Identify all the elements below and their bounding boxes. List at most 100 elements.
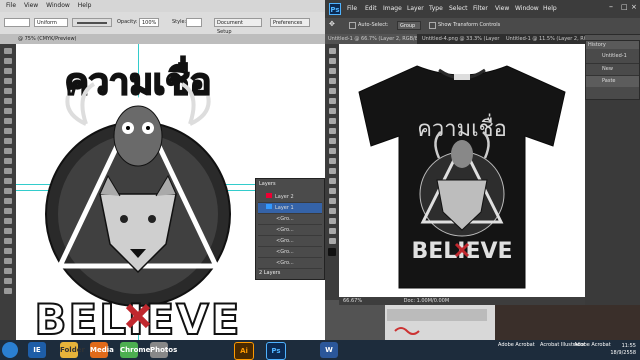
symbol-sprayer-icon[interactable] — [4, 238, 12, 244]
ps-menu-image[interactable]: Image — [383, 5, 402, 12]
brush-tool-icon[interactable] — [328, 118, 336, 124]
preferences-button[interactable]: Preferences — [270, 18, 310, 27]
photoshop-canvas[interactable]: ความเชื่อ BELIEVE — [339, 44, 585, 297]
ps-menu-help[interactable]: Help — [543, 5, 557, 12]
history-state[interactable]: New — [586, 64, 639, 76]
ai-menu-file[interactable]: File — [6, 0, 16, 12]
width-tool-icon[interactable] — [4, 168, 12, 174]
clone-stamp-icon[interactable] — [328, 128, 336, 134]
history-brush-icon[interactable] — [328, 138, 336, 144]
pen-tool-icon[interactable] — [328, 188, 336, 194]
auto-select-checkbox[interactable] — [349, 22, 356, 29]
photoshop-taskbar-icon[interactable]: Ps — [266, 342, 286, 360]
ps-menu-file[interactable]: File — [347, 5, 357, 12]
paintbrush-icon[interactable] — [4, 118, 12, 124]
taskbar-thumb-label[interactable]: Adobe Acrobat — [574, 342, 611, 348]
ps-menu-view[interactable]: View — [495, 5, 509, 12]
system-tray-clock[interactable]: 11:55 18/9/2558 — [610, 340, 640, 360]
pencil-icon[interactable] — [4, 128, 12, 134]
auto-select-target-select[interactable]: Group — [397, 21, 421, 30]
zoom-level[interactable]: 66.67% — [343, 298, 362, 304]
opacity-field[interactable]: 100% — [139, 18, 159, 27]
ai-menu-window[interactable]: Window — [46, 0, 70, 12]
healing-brush-icon[interactable] — [328, 108, 336, 114]
graph-tool-icon[interactable] — [4, 248, 12, 254]
ai-menu-help[interactable]: Help — [78, 0, 92, 12]
brush-select[interactable] — [72, 18, 112, 27]
gradient-tool-icon[interactable] — [4, 208, 12, 214]
slice-tool-icon[interactable] — [4, 268, 12, 274]
magic-wand-icon[interactable] — [4, 68, 12, 74]
scale-tool-icon[interactable] — [4, 158, 12, 164]
eraser-icon[interactable] — [4, 138, 12, 144]
layer-row-selected[interactable]: Layer 1 — [258, 203, 322, 214]
rotate-tool-icon[interactable] — [4, 148, 12, 154]
hand-tool-icon[interactable] — [4, 278, 12, 284]
shape-tool-icon[interactable] — [328, 218, 336, 224]
blend-tool-icon[interactable] — [4, 228, 12, 234]
foreground-color-icon[interactable] — [328, 248, 336, 256]
move-tool-icon[interactable] — [328, 48, 336, 54]
fill-swatch[interactable] — [4, 18, 30, 27]
type-tool-icon[interactable] — [4, 88, 12, 94]
selection-tool-icon[interactable] — [4, 48, 12, 54]
quick-select-icon[interactable] — [328, 78, 336, 84]
maximize-icon[interactable]: □ — [621, 3, 628, 11]
direct-select-tool-icon[interactable] — [4, 58, 12, 64]
lasso-tool-icon[interactable] — [328, 68, 336, 74]
ps-menu-select[interactable]: Select — [449, 5, 468, 12]
start-button[interactable] — [2, 342, 18, 358]
shape-builder-icon[interactable] — [4, 188, 12, 194]
layer-row[interactable]: <Gro... — [258, 247, 322, 258]
ie-taskbar-icon[interactable]: IE — [28, 342, 46, 358]
line-tool-icon[interactable] — [4, 98, 12, 104]
doc-tab[interactable]: Untitled-4.png @ 33.3% (Layer 0, RGB/8) — [419, 34, 501, 44]
ps-menu-filter[interactable]: Filter — [473, 5, 488, 12]
media-taskbar-icon[interactable]: Media — [90, 342, 114, 358]
doc-tab-active[interactable]: Untitled-1 @ 66.7% (Layer 2, RGB/8) * — [325, 34, 417, 44]
dodge-tool-icon[interactable] — [328, 178, 336, 184]
type-tool-icon[interactable] — [328, 198, 336, 204]
layer-row[interactable]: <Gro... — [258, 236, 322, 247]
blur-tool-icon[interactable] — [328, 168, 336, 174]
ps-menu-window[interactable]: Window — [515, 5, 539, 12]
illustrator-taskbar-icon[interactable]: Ai — [234, 342, 254, 360]
marquee-tool-icon[interactable] — [328, 58, 336, 64]
chrome-taskbar-icon[interactable]: Chrome — [120, 342, 150, 358]
folder-taskbar-icon[interactable]: Folder — [60, 342, 85, 358]
history-snapshot[interactable]: Untitled-1 — [586, 49, 639, 64]
ai-menu-view[interactable]: View — [24, 0, 38, 12]
pen-tool-icon[interactable] — [4, 78, 12, 84]
path-select-icon[interactable] — [328, 208, 336, 214]
transform-controls-checkbox[interactable] — [429, 22, 436, 29]
word-taskbar-icon[interactable]: W — [320, 342, 338, 358]
eraser-icon[interactable] — [328, 148, 336, 154]
doc-tab[interactable]: Untitled-1 @ 11.5% (Layer 2, RGB/8) — [503, 34, 585, 44]
zoom-tool-icon[interactable] — [4, 288, 12, 294]
free-transform-icon[interactable] — [4, 178, 12, 184]
photos-taskbar-icon[interactable]: Photos — [150, 342, 177, 358]
zoom-tool-icon[interactable] — [328, 238, 336, 244]
move-tool-icon[interactable]: ✥ — [329, 20, 335, 28]
hand-tool-icon[interactable] — [328, 228, 336, 234]
document-setup-button[interactable]: Document Setup — [214, 18, 262, 35]
minimize-icon[interactable]: – — [609, 2, 613, 11]
taskbar-thumb-label[interactable]: Adobe Acrobat — [498, 342, 535, 348]
illustrator-doc-tab[interactable]: @ 75% (CMYK/Preview) — [0, 34, 325, 44]
mesh-tool-icon[interactable] — [4, 198, 12, 204]
close-icon[interactable]: × — [631, 3, 637, 11]
ps-menu-edit[interactable]: Edit — [365, 5, 377, 12]
layer-row[interactable]: <Gro... — [258, 258, 322, 269]
artboard-tool-icon[interactable] — [4, 258, 12, 264]
gradient-tool-icon[interactable] — [328, 158, 336, 164]
crop-tool-icon[interactable] — [328, 88, 336, 94]
layer-row[interactable]: <Gro... — [258, 214, 322, 225]
layer-row[interactable]: Layer 2 — [258, 192, 322, 203]
eyedropper-icon[interactable] — [4, 218, 12, 224]
ps-menu-type[interactable]: Type — [429, 5, 443, 12]
layer-row[interactable]: <Gro... — [258, 225, 322, 236]
ps-menu-layer[interactable]: Layer — [407, 5, 424, 12]
eyedropper-icon[interactable] — [328, 98, 336, 104]
style-select[interactable] — [186, 18, 202, 27]
stroke-style-select[interactable]: Uniform — [34, 18, 68, 27]
